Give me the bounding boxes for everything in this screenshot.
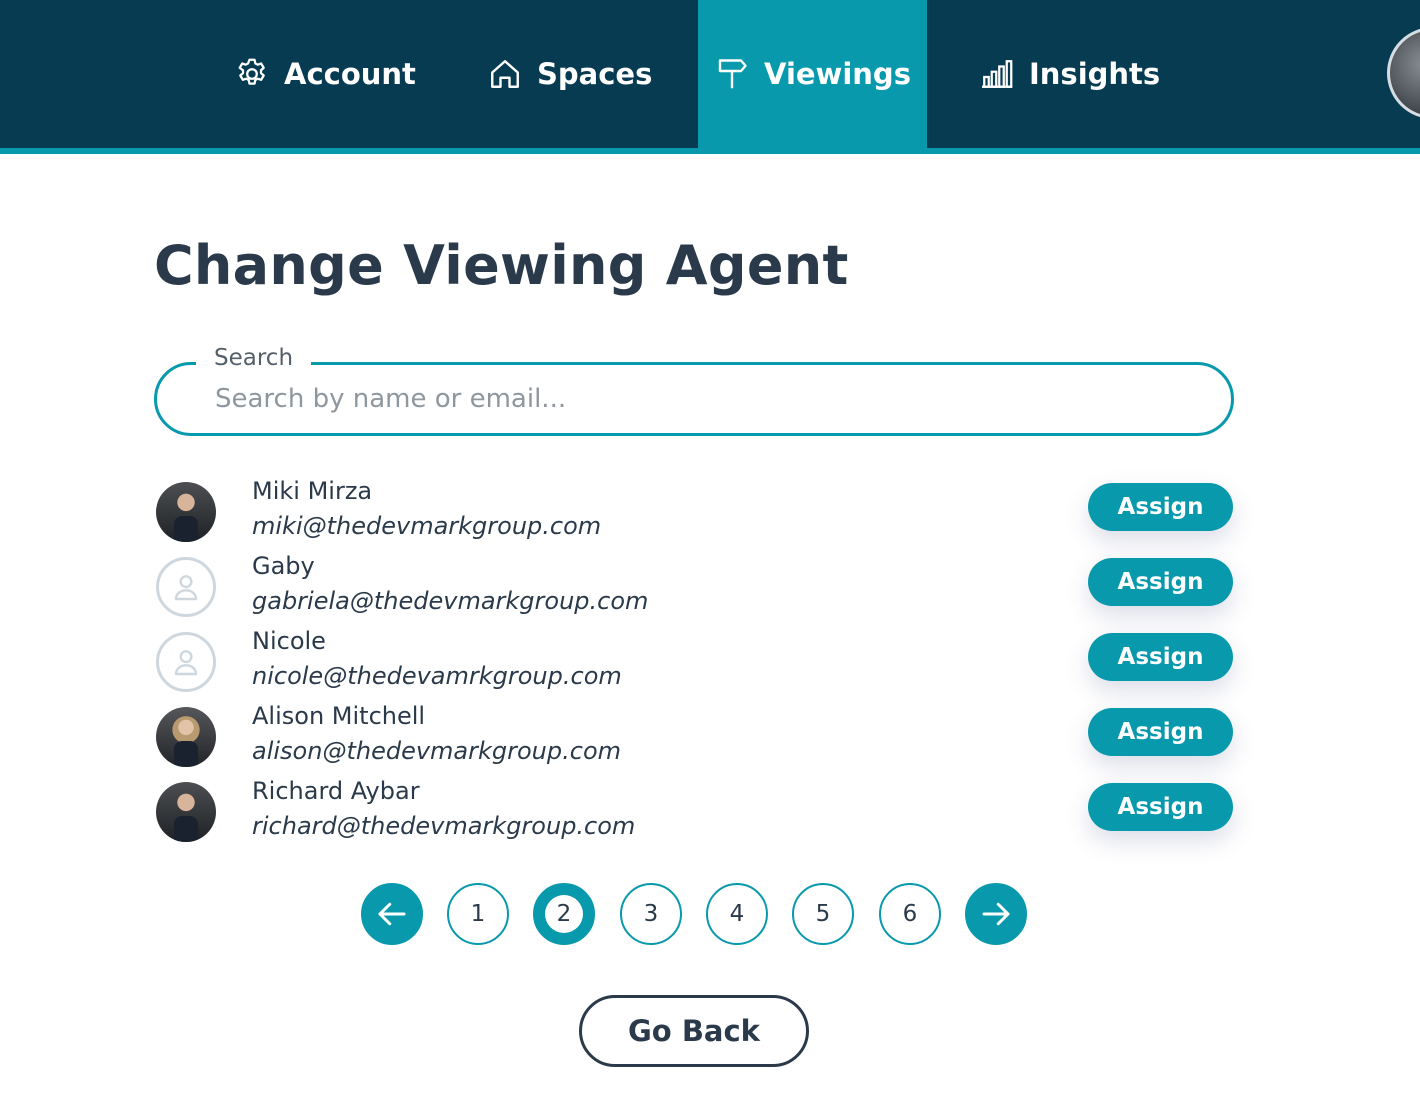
agent-name: Nicole — [252, 627, 326, 655]
page-number: 5 — [815, 901, 831, 927]
assign-button[interactable]: Assign — [1088, 633, 1233, 681]
agent-row: Alison Mitchell alison@thedevmarkgroup.c… — [154, 702, 1234, 772]
agent-row: Nicole nicole@thedevamrkgroup.com Assign — [154, 627, 1234, 697]
bar-chart-icon — [982, 60, 1013, 88]
page-button-1[interactable]: 1 — [447, 883, 509, 945]
nav-item-label: Spaces — [537, 57, 653, 91]
assign-button[interactable]: Assign — [1088, 708, 1233, 756]
nav-item-insights[interactable]: Insights — [979, 0, 1160, 148]
page-title: Change Viewing Agent — [154, 234, 849, 297]
user-icon — [174, 650, 198, 676]
go-back-button[interactable]: Go Back — [579, 995, 809, 1067]
agent-email: miki@thedevmarkgroup.com — [252, 512, 602, 540]
agent-row: Richard Aybar richard@thedevmarkgroup.co… — [154, 777, 1234, 847]
nav-item-label: Viewings — [764, 57, 911, 91]
page-number: 1 — [470, 901, 486, 927]
agent-email: alison@thedevmarkgroup.com — [252, 737, 621, 765]
page-button-6[interactable]: 6 — [879, 883, 941, 945]
nav-accent-bar — [0, 148, 1420, 154]
home-icon — [491, 60, 519, 88]
assign-button[interactable]: Assign — [1088, 483, 1233, 531]
agent-row: Miki Mirza miki@thedevmarkgroup.com Assi… — [154, 477, 1234, 547]
nav-item-viewings[interactable]: Viewings — [698, 0, 927, 148]
page-button-5[interactable]: 5 — [792, 883, 854, 945]
user-avatar[interactable] — [1387, 27, 1420, 119]
user-icon — [174, 575, 198, 601]
previous-page-button[interactable] — [361, 883, 423, 945]
page-number: 3 — [643, 901, 659, 927]
gear-icon — [238, 58, 265, 85]
search-input[interactable] — [215, 365, 1195, 433]
agent-email: gabriela@thedevmarkgroup.com — [252, 587, 649, 615]
page-button-3[interactable]: 3 — [620, 883, 682, 945]
nav-item-account[interactable]: Account — [234, 0, 416, 148]
avatar — [156, 782, 216, 842]
assign-button[interactable]: Assign — [1088, 558, 1233, 606]
agent-name: Richard Aybar — [252, 777, 420, 805]
agent-email: nicole@thedevamrkgroup.com — [252, 662, 622, 690]
agent-name: Miki Mirza — [252, 477, 373, 505]
arrow-right-icon — [982, 902, 1010, 926]
avatar-placeholder — [156, 632, 216, 692]
next-page-button[interactable] — [965, 883, 1027, 945]
signpost-icon — [718, 59, 747, 89]
assign-button[interactable]: Assign — [1088, 783, 1233, 831]
arrow-left-icon — [378, 902, 406, 926]
avatar-placeholder — [156, 557, 216, 617]
nav-item-label: Account — [284, 57, 416, 91]
top-navigation: Account Spaces Viewings Insights — [0, 0, 1420, 148]
nav-item-label: Insights — [1029, 57, 1161, 91]
page-number: 6 — [902, 901, 918, 927]
agent-email: richard@thedevmarkgroup.com — [252, 812, 636, 840]
agent-row: Gaby gabriela@thedevmarkgroup.com Assign — [154, 552, 1234, 622]
page-number: 4 — [729, 901, 745, 927]
avatar — [156, 482, 216, 542]
nav-item-spaces[interactable]: Spaces — [487, 0, 652, 148]
avatar — [156, 707, 216, 767]
page-number: 2 — [545, 895, 583, 933]
agent-name: Gaby — [252, 552, 315, 580]
search-field — [154, 362, 1234, 436]
page-button-4[interactable]: 4 — [706, 883, 768, 945]
search-label: Search — [196, 345, 312, 371]
agent-name: Alison Mitchell — [252, 702, 426, 730]
page-button-2-current[interactable]: 2 — [533, 883, 595, 945]
